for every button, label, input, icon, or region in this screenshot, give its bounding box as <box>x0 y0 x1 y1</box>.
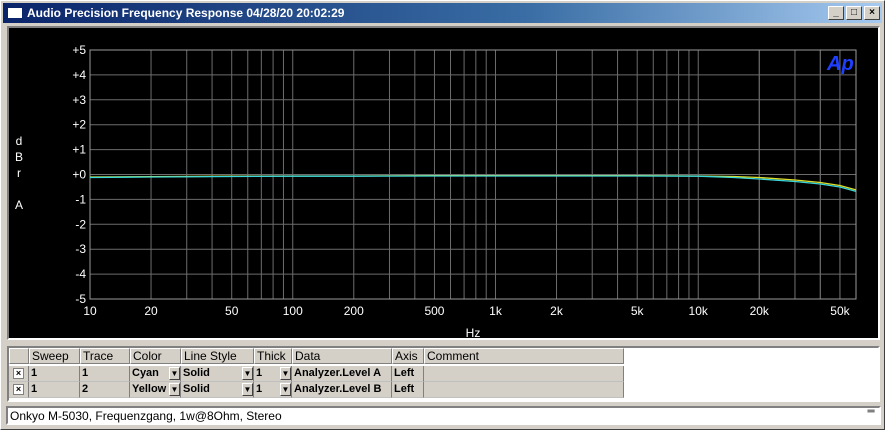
x-tick-label: 50k <box>830 304 850 318</box>
y-tick-label: +1 <box>72 143 86 157</box>
app-window: Audio Precision Frequency Response 04/28… <box>0 0 885 430</box>
graph-comment-text: Onkyo M-5030, Frequenzgang, 1w@8Ohm, Ste… <box>10 409 282 423</box>
dropdown-arrow-icon[interactable]: ▼ <box>242 383 253 396</box>
y-tick-label: +3 <box>72 93 86 107</box>
line-style-value: Solid <box>183 367 210 379</box>
dropdown-arrow-icon[interactable]: ▼ <box>242 367 253 380</box>
color-select[interactable]: Yellow ▼ <box>130 382 181 398</box>
title-bar[interactable]: Audio Precision Frequency Response 04/28… <box>3 3 882 23</box>
color-select[interactable]: Cyan ▼ <box>130 366 181 382</box>
graph-panel[interactable]: +5 +4 +3 +2 +1 +0 -1 -2 -3 -4 -5 10 20 50 100 200 500 1k 2… <box>7 26 880 340</box>
legend-header-data[interactable]: Data <box>292 348 392 364</box>
trace-enable-cell: × <box>9 382 29 398</box>
y-axis-label-char: r <box>17 166 21 180</box>
window-title: Audio Precision Frequency Response 04/28… <box>27 6 345 20</box>
thick-select[interactable]: 1 ▼ <box>254 366 292 382</box>
y-tick-label: +4 <box>72 68 86 82</box>
legend-header-comment[interactable]: Comment <box>424 348 624 364</box>
legend-header-check <box>9 348 29 364</box>
y-tick-label: -2 <box>75 217 86 231</box>
maximize-button[interactable]: □ <box>846 6 862 20</box>
dropdown-arrow-icon[interactable]: ▼ <box>169 383 180 396</box>
y-axis-label-char: B <box>15 150 23 164</box>
line-style-select[interactable]: Solid ▼ <box>181 382 254 398</box>
legend-header-trace[interactable]: Trace <box>80 348 130 364</box>
close-button[interactable]: × <box>864 6 880 20</box>
x-tick-label: 1k <box>489 304 503 318</box>
line-style-value: Solid <box>183 383 210 395</box>
frequency-response-chart: +5+4+3+2+1+0-1-2-3-4-510 20 50 100 200 500 1k 2… <box>15 43 857 338</box>
y-tick-label: -1 <box>75 192 86 206</box>
comment-cell[interactable] <box>424 382 624 398</box>
legend-header-axis[interactable]: Axis <box>392 348 424 364</box>
data-cell[interactable]: Analyzer.Level A <box>292 366 392 382</box>
sweep-cell[interactable]: 1 <box>29 366 80 382</box>
thick-value: 1 <box>256 383 263 395</box>
y-tick-label: -4 <box>75 267 86 281</box>
color-value: Yellow <box>132 383 167 395</box>
legend-header-sweep[interactable]: Sweep <box>29 348 80 364</box>
comment-scroll-icon[interactable]: ═ <box>865 407 877 423</box>
axis-cell[interactable]: Left <box>392 382 424 398</box>
app-icon <box>7 7 23 19</box>
x-tick-label: 500 <box>424 304 444 318</box>
trace-cell[interactable]: 2 <box>80 382 130 398</box>
legend-header-color[interactable]: Color <box>130 348 181 364</box>
x-tick-label: 10 <box>83 304 97 318</box>
dropdown-arrow-icon[interactable]: ▼ <box>280 367 291 380</box>
x-tick-label: 10k <box>689 304 709 318</box>
series-line-cyan <box>89 175 857 193</box>
trace-legend-table: Sweep Trace Color Line Style Thick Data … <box>7 346 880 402</box>
y-tick-label: +0 <box>72 168 86 182</box>
minimize-button[interactable]: _ <box>828 6 844 20</box>
comment-cell[interactable] <box>424 366 624 382</box>
legend-header-line-style[interactable]: Line Style <box>181 348 254 364</box>
y-tick-label: -3 <box>75 242 86 256</box>
sweep-cell[interactable]: 1 <box>29 382 80 398</box>
y-axis-label-char: A <box>15 198 23 212</box>
data-cell[interactable]: Analyzer.Level B <box>292 382 392 398</box>
legend-header-thick[interactable]: Thick <box>254 348 292 364</box>
thick-value: 1 <box>256 367 263 379</box>
x-tick-label: 200 <box>344 304 364 318</box>
x-tick-label: 5k <box>631 304 645 318</box>
line-style-select[interactable]: Solid ▼ <box>181 366 254 382</box>
dropdown-arrow-icon[interactable]: ▼ <box>169 367 180 380</box>
y-tick-label: +5 <box>72 43 86 57</box>
graph-comment-field[interactable]: Onkyo M-5030, Frequenzgang, 1w@8Ohm, Ste… <box>6 406 881 425</box>
ap-logo: Ap <box>826 53 854 75</box>
trace-cell[interactable]: 1 <box>80 366 130 382</box>
x-tick-label: 20k <box>750 304 770 318</box>
x-tick-label: 2k <box>550 304 564 318</box>
axis-cell[interactable]: Left <box>392 366 424 382</box>
trace-enable-checkbox[interactable]: × <box>13 368 24 379</box>
x-tick-label: 20 <box>144 304 158 318</box>
y-axis-label-char: d <box>16 134 23 148</box>
y-tick-label: +2 <box>72 118 86 132</box>
color-value: Cyan <box>132 367 159 379</box>
trace-enable-cell: × <box>9 366 29 382</box>
x-axis-label: Hz <box>466 326 481 338</box>
x-tick-label: 100 <box>283 304 303 318</box>
trace-enable-checkbox[interactable]: × <box>13 384 24 395</box>
x-tick-label: 50 <box>225 304 239 318</box>
thick-select[interactable]: 1 ▼ <box>254 382 292 398</box>
dropdown-arrow-icon[interactable]: ▼ <box>280 383 291 396</box>
